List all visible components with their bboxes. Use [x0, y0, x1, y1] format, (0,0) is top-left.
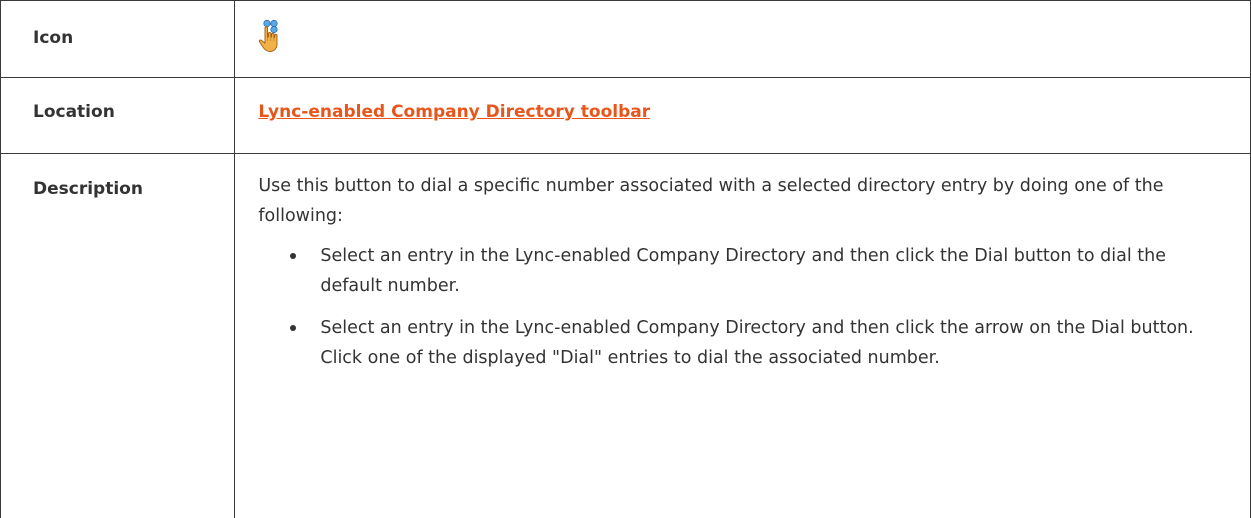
location-label-cell: Location [0, 77, 236, 154]
description-intro: Use this button to dial a specific numbe… [258, 176, 1164, 226]
location-row: Location Lync-enabled Company Directory … [0, 77, 1251, 154]
list-item: Select an entry in the Lync-enabled Comp… [258, 241, 1210, 301]
icon-label: Icon [33, 28, 74, 48]
property-table: Icon Location Lync-enabled Company Direc… [0, 0, 1251, 518]
location-toolbar-link[interactable]: Lync-enabled Company Directory toolbar [258, 102, 650, 122]
icon-value-cell [234, 0, 1251, 78]
hand-pointer-dial-icon [259, 19, 278, 52]
bullet-icon [290, 253, 297, 259]
bullet-text: Select an entry in the Lync-enabled Comp… [320, 318, 1194, 368]
description-label: Description [33, 179, 143, 199]
bullet-icon [290, 325, 297, 331]
bullet-text: Select an entry in the Lync-enabled Comp… [320, 246, 1167, 296]
description-bullet-list: Select an entry in the Lync-enabled Comp… [258, 241, 1210, 373]
description-value-cell: Use this button to dial a specific numbe… [234, 153, 1251, 518]
location-label: Location [33, 102, 115, 122]
list-item: Select an entry in the Lync-enabled Comp… [258, 313, 1210, 373]
icon-row: Icon [0, 0, 1251, 78]
icon-label-cell: Icon [0, 0, 236, 78]
location-value-cell: Lync-enabled Company Directory toolbar [234, 77, 1251, 154]
description-row: Description Use this button to dial a sp… [0, 153, 1251, 518]
description-label-cell: Description [0, 153, 236, 518]
